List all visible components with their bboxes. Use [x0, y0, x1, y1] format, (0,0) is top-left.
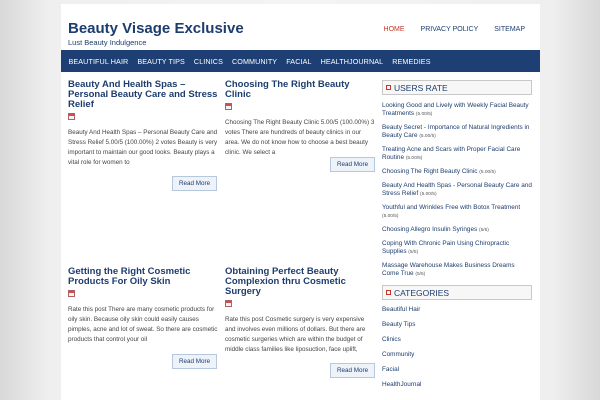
- nav-item-facial[interactable]: FACIAL: [282, 57, 316, 66]
- read-more-button[interactable]: Read More: [172, 354, 218, 369]
- list-item[interactable]: Youthful and Wrinkles Free with Botox Tr…: [382, 204, 532, 221]
- calendar-icon: [68, 290, 75, 297]
- top-links: HOME PRIVACY POLICY SITEMAP: [376, 26, 533, 33]
- users-rate-title: USERS RATE: [394, 82, 448, 93]
- category-link[interactable]: Community: [382, 351, 532, 359]
- read-more-button[interactable]: Read More: [172, 176, 218, 191]
- post-excerpt: Choosing The Right Beauty Clinic 5.00/5 …: [225, 119, 375, 156]
- rating-score: (5.00/5): [405, 156, 423, 161]
- rating-score: (5/5): [415, 272, 426, 277]
- post-card: Beauty And Health Spas – Personal Beauty…: [68, 80, 218, 168]
- rated-post-link[interactable]: Treating Acne and Scars with Proper Faci…: [382, 146, 520, 161]
- nav-item-clinics[interactable]: CLINICS: [189, 57, 227, 66]
- post-card: Obtaining Perfect Beauty Complexion thru…: [225, 267, 375, 355]
- read-more-button[interactable]: Read More: [330, 157, 376, 172]
- list-item[interactable]: Looking Good and Lively with Weekly Faci…: [382, 102, 532, 119]
- top-link-sitemap[interactable]: SITEMAP: [486, 26, 533, 33]
- top-link-privacy-policy[interactable]: PRIVACY POLICY: [413, 26, 487, 33]
- rating-score: (5.00/5): [382, 214, 399, 219]
- category-link[interactable]: Facial: [382, 366, 532, 374]
- site-header: Beauty Visage Exclusive Lust Beauty Indu…: [61, 4, 540, 50]
- page-container: Beauty Visage Exclusive Lust Beauty Indu…: [61, 4, 540, 400]
- sidebar: USERS RATE Looking Good and Lively with …: [382, 80, 532, 396]
- nav-item-remedies[interactable]: REMEDIES: [388, 57, 435, 66]
- post-card: Getting the Right Cosmetic Products For …: [68, 267, 218, 345]
- post-excerpt: Beauty And Health Spas – Personal Beauty…: [68, 129, 218, 166]
- category-link[interactable]: Beautiful Hair: [382, 306, 532, 314]
- site-title[interactable]: Beauty Visage Exclusive: [68, 20, 244, 37]
- rating-score: (5.00/5): [415, 112, 433, 117]
- post-title[interactable]: Obtaining Perfect Beauty Complexion thru…: [225, 267, 375, 297]
- rating-score: (5.00/5): [420, 192, 437, 197]
- rated-post-link[interactable]: Beauty Secret - Importance of Natural In…: [382, 124, 529, 139]
- calendar-icon: [225, 103, 232, 110]
- list-item[interactable]: Choosing Allegro Insulin Syringes (5/5): [382, 226, 532, 235]
- rating-score: (5.00/5): [479, 170, 496, 175]
- category-link[interactable]: Beauty Tips: [382, 321, 532, 329]
- list-item[interactable]: Beauty Secret - Importance of Natural In…: [382, 124, 532, 141]
- post-title[interactable]: Choosing The Right Beauty Clinic: [225, 80, 375, 100]
- read-more-button[interactable]: Read More: [330, 363, 376, 378]
- category-link[interactable]: HealthJournal: [382, 381, 532, 389]
- post-card: Choosing The Right Beauty Clinic Choosin…: [225, 80, 375, 158]
- square-bullet-icon: [386, 85, 391, 90]
- rating-score: (5/5): [479, 228, 489, 233]
- nav-item-beautiful-hair[interactable]: BEAUTIFUL HAIR: [64, 57, 133, 66]
- categories-heading: CATEGORIES: [382, 285, 532, 300]
- rated-post-link[interactable]: Coping With Chronic Pain Using Chiroprac…: [382, 240, 509, 255]
- list-item[interactable]: Coping With Chronic Pain Using Chiroprac…: [382, 240, 532, 257]
- rated-post-link[interactable]: Looking Good and Lively with Weekly Faci…: [382, 102, 529, 117]
- users-rate-list: Looking Good and Lively with Weekly Faci…: [382, 102, 532, 279]
- rated-post-link[interactable]: Choosing The Right Beauty Clinic: [382, 168, 477, 175]
- rating-score: (5/5): [408, 250, 419, 255]
- post-excerpt: Rate this post There are many cosmetic p…: [68, 306, 218, 343]
- categories-title: CATEGORIES: [394, 287, 450, 298]
- rated-post-link[interactable]: Beauty And Health Spas - Personal Beauty…: [382, 182, 532, 197]
- site-tagline: Lust Beauty Indulgence: [68, 38, 147, 47]
- rated-post-link[interactable]: Choosing Allegro Insulin Syringes: [382, 226, 477, 233]
- nav-item-community[interactable]: COMMUNITY: [227, 57, 281, 66]
- list-item[interactable]: Beauty And Health Spas - Personal Beauty…: [382, 182, 532, 199]
- categories-list: Beautiful Hair Beauty Tips Clinics Commu…: [382, 306, 532, 389]
- calendar-icon: [68, 113, 75, 120]
- rating-score: (5.00/5): [419, 134, 436, 139]
- calendar-icon: [225, 300, 232, 307]
- rated-post-link[interactable]: Massage Warehouse Makes Business Dreams …: [382, 262, 515, 277]
- main-nav: BEAUTIFUL HAIR BEAUTY TIPS CLINICS COMMU…: [61, 50, 540, 72]
- users-rate-heading: USERS RATE: [382, 80, 532, 95]
- list-item[interactable]: Massage Warehouse Makes Business Dreams …: [382, 262, 532, 279]
- category-link[interactable]: Clinics: [382, 336, 532, 344]
- nav-item-beauty-tips[interactable]: BEAUTY TIPS: [133, 57, 190, 66]
- top-link-home[interactable]: HOME: [376, 26, 413, 33]
- post-title[interactable]: Beauty And Health Spas – Personal Beauty…: [68, 80, 218, 110]
- post-title[interactable]: Getting the Right Cosmetic Products For …: [68, 267, 218, 287]
- list-item[interactable]: Treating Acne and Scars with Proper Faci…: [382, 146, 532, 163]
- nav-item-healthjournal[interactable]: HEALTHJOURNAL: [316, 57, 388, 66]
- rated-post-link[interactable]: Youthful and Wrinkles Free with Botox Tr…: [382, 204, 520, 211]
- list-item[interactable]: Choosing The Right Beauty Clinic (5.00/5…: [382, 168, 532, 177]
- post-excerpt: Rate this post Cosmetic surgery is very …: [225, 316, 366, 353]
- square-bullet-icon: [386, 290, 391, 295]
